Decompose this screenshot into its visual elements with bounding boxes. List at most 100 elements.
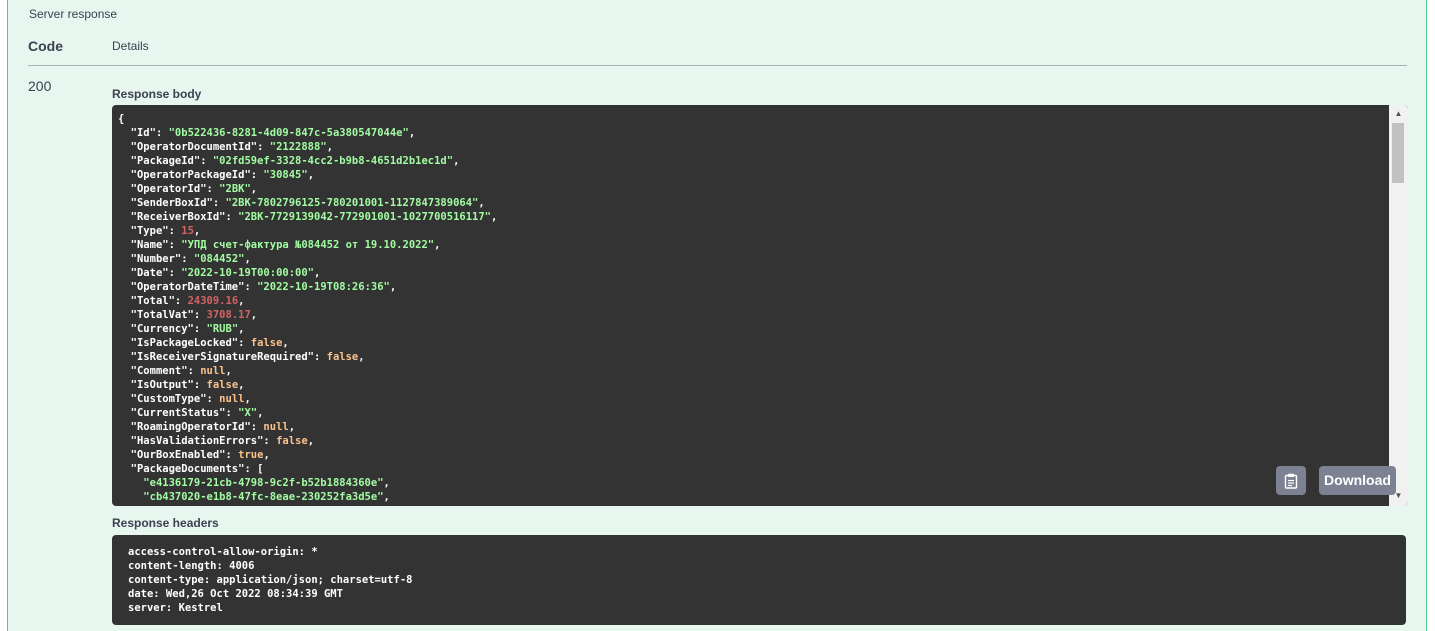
- json-token: "ReceiverBoxId": [130, 211, 226, 223]
- details-column-header: Details: [112, 39, 149, 53]
- json-token: "CustomType": [130, 393, 207, 405]
- json-token: :: [168, 239, 182, 251]
- json-line: "IsReceiverSignatureRequired": false,: [118, 350, 1383, 364]
- json-token: ,: [314, 267, 321, 279]
- json-token: "Comment": [130, 365, 188, 377]
- response-header-line: access-control-allow-origin: *: [128, 546, 318, 558]
- json-line: "Comment": null,: [118, 364, 1383, 378]
- json-token: ,: [491, 211, 498, 223]
- json-token: ,: [307, 169, 315, 181]
- json-token: :: [244, 281, 258, 293]
- json-token: :: [257, 141, 270, 153]
- json-token: null: [263, 421, 289, 433]
- json-token: "TotalVat": [130, 309, 194, 321]
- json-line: "Total": 24309.16,: [118, 294, 1383, 308]
- json-token: false: [206, 379, 239, 391]
- status-code: 200: [28, 78, 52, 94]
- json-token: ,: [307, 435, 315, 447]
- scroll-up-arrow-icon[interactable]: ▲: [1389, 108, 1408, 120]
- json-token: 24309.16: [187, 295, 239, 307]
- json-line: "PackageDocuments": [: [118, 462, 1383, 476]
- json-token: : [: [244, 463, 264, 475]
- json-token: ,: [383, 491, 390, 503]
- code-column-header: Code: [28, 38, 63, 54]
- json-token: "Name": [130, 239, 169, 251]
- json-token: :: [187, 365, 201, 377]
- json-token: ,: [478, 197, 485, 209]
- json-line: "OperatorDateTime": "2022-10-19T08:26:36…: [118, 280, 1383, 294]
- server-response-title: Server response: [29, 7, 118, 21]
- json-token: "PackageDocuments": [130, 463, 245, 475]
- vertical-scrollbar[interactable]: ▲ ▼: [1389, 105, 1408, 506]
- json-token: "X": [238, 407, 258, 419]
- json-line: "Id": "0b522436-8281-4d09-847c-5a3805470…: [118, 126, 1383, 140]
- json-token: "cb437020-e1b8-47fc-8eae-230252fa3d5e": [143, 491, 384, 503]
- json-token: ,: [250, 183, 258, 195]
- json-line: "IsOutput": false,: [118, 378, 1383, 392]
- json-token: ,: [408, 127, 416, 139]
- json-token: ,: [389, 281, 397, 293]
- json-token: "0b522436-8281-4d09-847c-5a380547044e": [168, 127, 409, 139]
- json-token: "PackageId": [130, 155, 201, 167]
- json-token: ,: [193, 225, 201, 237]
- header-divider: [28, 65, 1407, 66]
- json-token: :: [193, 323, 207, 335]
- json-token: :: [168, 225, 182, 237]
- json-token: "RUB": [206, 323, 239, 335]
- json-token: "30845": [263, 169, 308, 181]
- json-token: "Id": [130, 127, 156, 139]
- response-body-content[interactable]: { "Id": "0b522436-8281-4d09-847c-5a38054…: [112, 105, 1389, 506]
- json-token: :: [193, 309, 207, 321]
- clipboard-icon: [1284, 473, 1298, 489]
- json-token: false: [276, 435, 308, 447]
- response-header-line: content-type: application/json; charset=…: [128, 574, 413, 586]
- json-token: :: [174, 295, 188, 307]
- json-token: ,: [238, 379, 245, 391]
- scrollbar-thumb[interactable]: [1392, 123, 1404, 183]
- json-token: :: [168, 267, 182, 279]
- json-line: "Currency": "RUB",: [118, 322, 1383, 336]
- json-token: ,: [453, 155, 460, 167]
- json-token: ,: [434, 239, 441, 251]
- download-button[interactable]: Download: [1319, 466, 1396, 495]
- json-token: :: [181, 253, 194, 265]
- response-headers-label: Response headers: [112, 516, 219, 530]
- json-token: "IsOutput": [130, 379, 194, 391]
- json-token: "IsPackageLocked": [130, 337, 239, 349]
- json-token: :: [200, 155, 213, 167]
- json-token: ,: [263, 449, 270, 461]
- json-token: :: [206, 393, 220, 405]
- json-token: false: [326, 351, 359, 363]
- json-token: "SenderBoxId": [130, 197, 213, 209]
- json-line: {: [118, 112, 1383, 126]
- json-token: ,: [250, 309, 258, 321]
- json-token: ,: [238, 323, 245, 335]
- json-token: "e4136179-21cb-4798-9c2f-b52b1884360e": [143, 477, 384, 489]
- response-body-box: { "Id": "0b522436-8281-4d09-847c-5a38054…: [112, 105, 1408, 506]
- json-line: "OurBoxEnabled": true,: [118, 448, 1383, 462]
- json-token: :: [225, 211, 239, 223]
- json-line: "OperatorPackageId": "30845",: [118, 168, 1383, 182]
- json-token: "OurBoxEnabled": [130, 449, 226, 461]
- json-token: null: [219, 393, 245, 405]
- response-headers-box: access-control-allow-origin: * content-le…: [112, 535, 1406, 625]
- json-token: true: [238, 449, 264, 461]
- json-line: "OperatorId": "2BK",: [118, 182, 1383, 196]
- copy-to-clipboard-button[interactable]: [1276, 466, 1306, 495]
- json-token: ,: [282, 337, 289, 349]
- json-token: "084452": [193, 253, 245, 265]
- json-line: "cb437020-e1b8-47fc-8eae-230252fa3d5e",: [118, 490, 1383, 504]
